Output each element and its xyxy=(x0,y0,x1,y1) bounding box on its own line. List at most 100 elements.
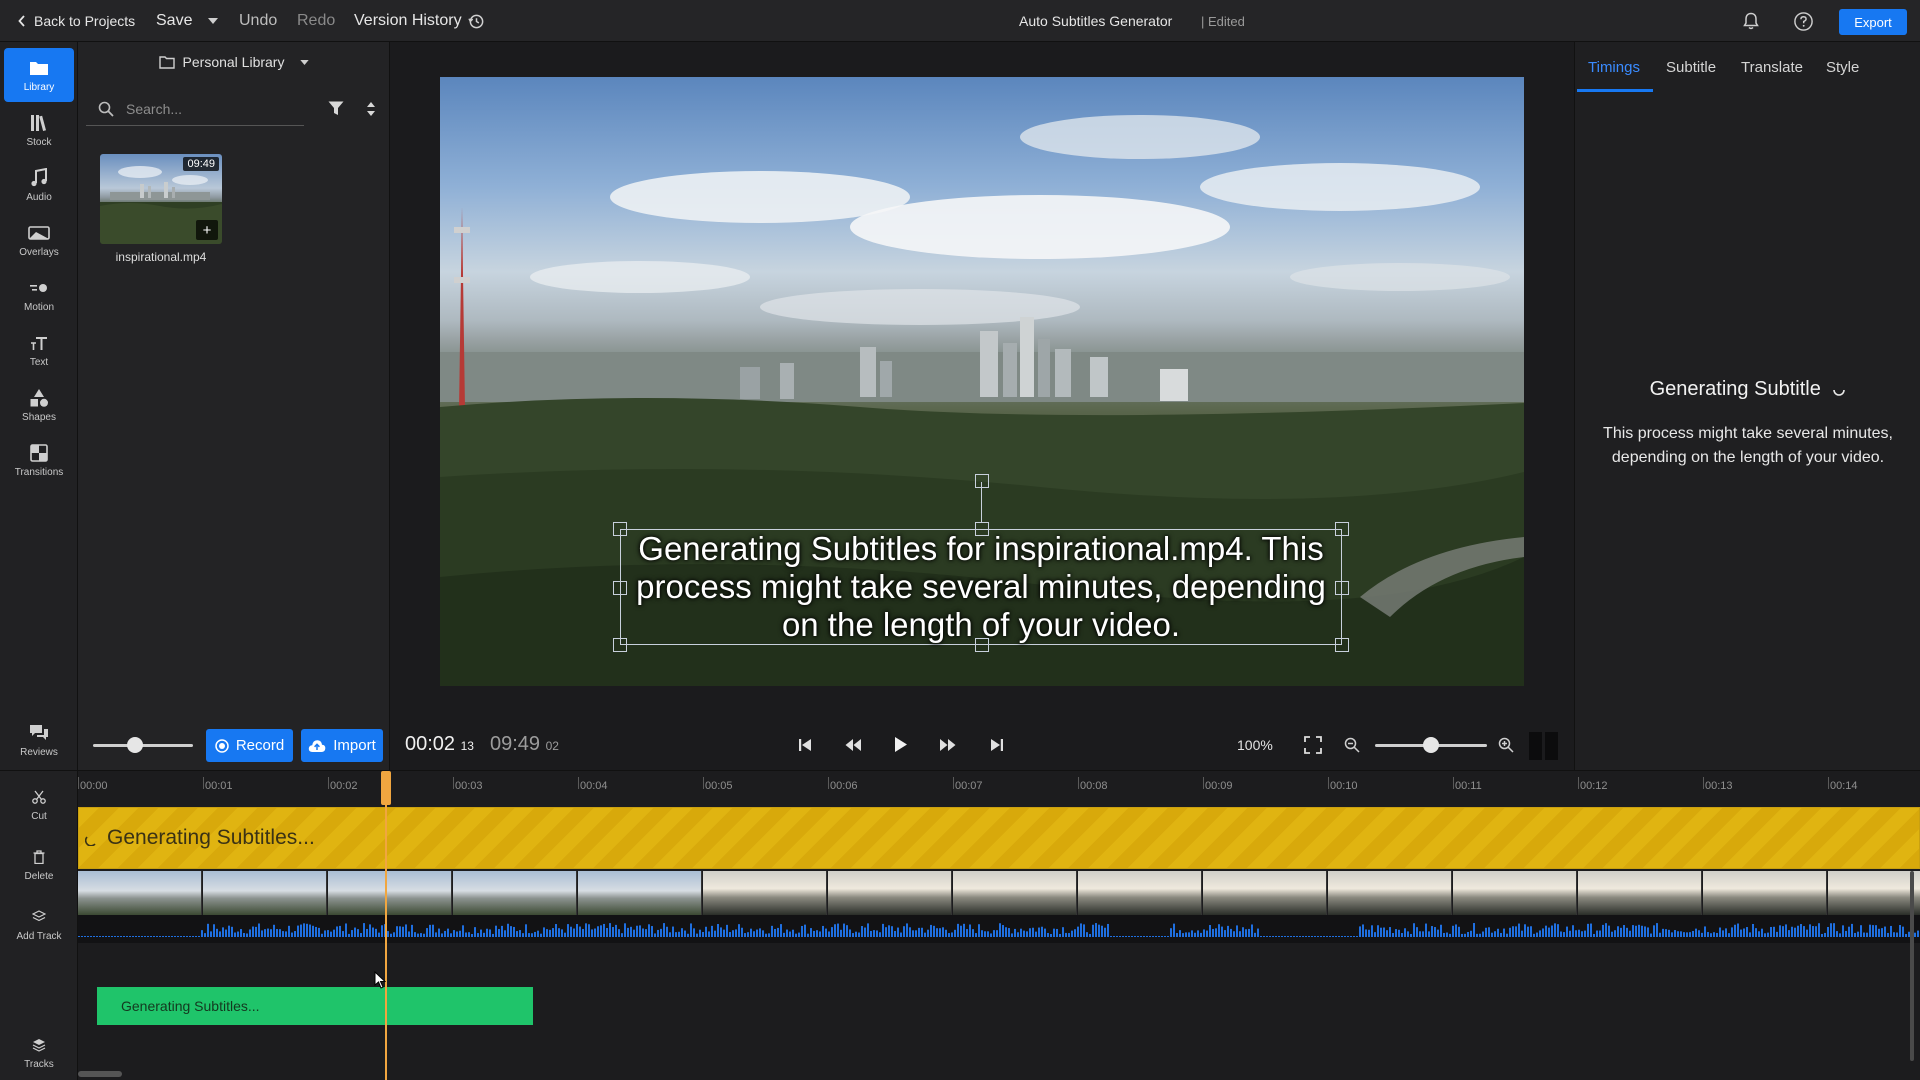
video-track-frame xyxy=(1203,871,1327,915)
vertical-scrollbar[interactable] xyxy=(1910,871,1914,1061)
delete-tool[interactable]: Delete xyxy=(4,837,74,891)
timeline-ruler[interactable]: 00:00 00:01 00:02 00:03 00:04 00:05 00:06 00:07… xyxy=(78,771,1920,805)
resize-handle-right[interactable] xyxy=(1335,581,1349,595)
preview-zoom-level[interactable]: 100% xyxy=(1237,737,1273,753)
redo-button[interactable]: Redo xyxy=(297,0,335,42)
notifications-button[interactable] xyxy=(1741,0,1761,42)
total-time: 09:49 02 xyxy=(490,733,559,756)
sidebar-item-shapes[interactable]: Shapes xyxy=(4,378,74,432)
sidebar-item-label: Stock xyxy=(26,137,52,148)
filter-icon[interactable] xyxy=(328,101,344,116)
video-preview[interactable]: Generating Subtitles for inspirational.m… xyxy=(440,77,1524,686)
save-options-dropdown[interactable] xyxy=(208,0,218,42)
subtitle-clip[interactable]: Generating Subtitles... xyxy=(97,987,533,1025)
sidebar-item-library[interactable]: Library xyxy=(4,48,74,102)
skip-to-end-icon xyxy=(990,738,1004,752)
resize-handle-top-left[interactable] xyxy=(613,522,627,536)
zoom-in-button[interactable] xyxy=(1498,737,1514,753)
help-button[interactable] xyxy=(1793,0,1814,42)
ruler-tick xyxy=(203,777,204,789)
sidebar-item-label: Shapes xyxy=(22,412,56,423)
record-label: Record xyxy=(235,737,285,754)
tab-timings[interactable]: Timings xyxy=(1588,42,1640,92)
video-track-frame xyxy=(703,871,827,915)
audio-waveform-track[interactable] xyxy=(78,915,1920,943)
sidebar-item-motion[interactable]: Motion xyxy=(4,268,74,322)
rewind-button[interactable] xyxy=(845,738,861,752)
motion-icon xyxy=(28,277,50,299)
sidebar-item-overlays[interactable]: Overlays xyxy=(4,213,74,267)
subtitle-overlay-text[interactable]: Generating Subtitles for inspirational.m… xyxy=(621,530,1341,644)
rotate-handle[interactable] xyxy=(975,474,989,488)
sidebar-item-label: Overlays xyxy=(19,247,59,258)
video-track-frame xyxy=(1828,871,1920,915)
transitions-icon xyxy=(28,442,50,464)
right-panel: Timings Subtitle Translate Style Generat… xyxy=(1574,42,1920,770)
generating-description: This process might take several minutes,… xyxy=(1603,425,1893,466)
tracks-tool[interactable]: Tracks xyxy=(4,1025,74,1079)
resize-handle-top-right[interactable] xyxy=(1335,522,1349,536)
media-thumbnail: 09:49 + xyxy=(100,154,222,244)
skip-to-end-button[interactable] xyxy=(990,738,1004,752)
loading-spinner-icon xyxy=(85,832,99,846)
media-item[interactable]: 09:49 + inspirational.mp4 xyxy=(100,154,222,284)
video-track-clip[interactable] xyxy=(78,871,1920,915)
add-media-button[interactable]: + xyxy=(196,220,218,240)
subtitle-selection-box[interactable]: Generating Subtitles for inspirational.m… xyxy=(613,474,1349,652)
tab-style[interactable]: Style xyxy=(1826,42,1859,92)
loading-spinner-icon xyxy=(1832,383,1846,397)
panel-toggle-button[interactable] xyxy=(1529,732,1559,760)
tab-translate[interactable]: Translate xyxy=(1741,42,1803,92)
timeline[interactable]: 00:00 00:01 00:02 00:03 00:04 00:05 00:06 00:07… xyxy=(78,770,1920,1080)
ruler-tick xyxy=(1078,777,1079,789)
sidebar-item-reviews[interactable]: Reviews xyxy=(4,713,74,767)
video-track-frame xyxy=(1703,871,1827,915)
volume-slider[interactable] xyxy=(93,737,193,753)
top-bar: Back to Projects Save Undo Redo Version … xyxy=(0,0,1920,42)
horizontal-scrollbar[interactable] xyxy=(78,1071,122,1077)
volume-slider-track xyxy=(93,744,193,747)
resize-handle-bottom-right[interactable] xyxy=(1335,638,1349,652)
generating-title-text: Generating Subtitle xyxy=(1649,378,1821,400)
resize-handle-bottom-left[interactable] xyxy=(613,638,627,652)
version-history-button[interactable]: Version History xyxy=(354,0,485,42)
play-button[interactable] xyxy=(894,736,908,753)
ruler-tick-label: 00:12 xyxy=(1580,780,1608,792)
ruler-tick-label: 00:11 xyxy=(1455,780,1482,792)
sidebar-item-audio[interactable]: Audio xyxy=(4,158,74,212)
save-button[interactable]: Save xyxy=(156,0,192,42)
subtitle-track-clip[interactable]: Generating Subtitles... xyxy=(78,807,1920,869)
playhead-handle[interactable] xyxy=(381,771,391,805)
back-to-projects-button[interactable]: Back to Projects xyxy=(18,0,135,42)
timeline-zoom-thumb[interactable] xyxy=(1423,737,1439,753)
ruler-tick-label: 00:05 xyxy=(705,780,733,792)
playhead[interactable] xyxy=(385,771,387,1080)
sidebar-item-stock[interactable]: Stock xyxy=(4,103,74,157)
sidebar-item-text[interactable]: Text xyxy=(4,323,74,377)
undo-button[interactable]: Undo xyxy=(239,0,277,42)
zoom-out-button[interactable] xyxy=(1344,737,1360,753)
volume-slider-thumb[interactable] xyxy=(126,737,143,753)
play-icon xyxy=(894,736,908,753)
export-button[interactable]: Export xyxy=(1839,9,1907,35)
tab-subtitle[interactable]: Subtitle xyxy=(1666,42,1716,92)
library-selector[interactable]: Personal Library xyxy=(78,42,390,82)
total-frame-value: 02 xyxy=(545,739,559,753)
resize-handle-left[interactable] xyxy=(613,581,627,595)
ruler-tick-label: 00:03 xyxy=(455,780,483,792)
import-button[interactable]: Import xyxy=(301,729,383,762)
resize-handle-top[interactable] xyxy=(975,522,989,536)
timeline-zoom-slider[interactable] xyxy=(1375,737,1487,753)
add-track-tool[interactable]: Add Track xyxy=(4,897,74,951)
fast-forward-button[interactable] xyxy=(940,738,956,752)
cut-tool[interactable]: Cut xyxy=(4,777,74,831)
resize-handle-bottom[interactable] xyxy=(975,638,989,652)
fullscreen-button[interactable] xyxy=(1304,736,1322,754)
media-filename: inspirational.mp4 xyxy=(115,250,207,264)
video-track-frame xyxy=(1078,871,1202,915)
sort-icon[interactable] xyxy=(366,101,376,117)
sidebar-item-transitions[interactable]: Transitions xyxy=(4,433,74,487)
record-button[interactable]: Record xyxy=(206,729,293,762)
search-input[interactable] xyxy=(86,92,304,126)
skip-to-start-button[interactable] xyxy=(798,738,812,752)
